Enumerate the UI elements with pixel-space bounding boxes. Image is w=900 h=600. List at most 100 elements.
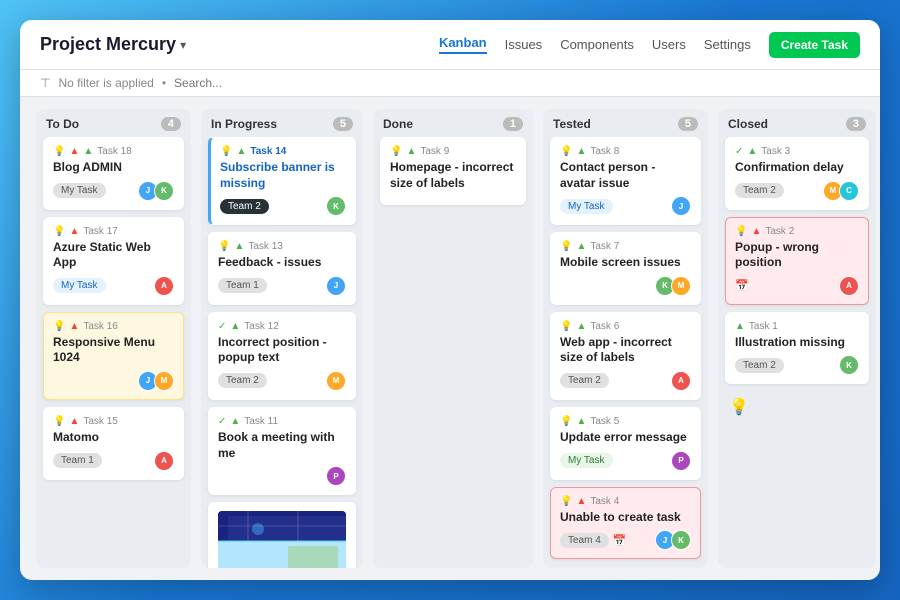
task-id-7: Task 7 — [590, 241, 619, 252]
card-title-3: Confirmation delay — [735, 160, 859, 176]
calendar-icon-4: 📅 — [613, 534, 627, 547]
card-task18[interactable]: 💡 ▲ ▲ Task 18 Blog ADMIN My Task J K — [43, 137, 184, 210]
tag-13: Team 1 — [218, 278, 267, 293]
check-icon-3: ✓ — [735, 146, 743, 157]
card-title-17: Azure Static Web App — [53, 240, 174, 271]
task-label-6: 💡 ▲ Task 6 — [560, 321, 691, 332]
card-task1[interactable]: ▲ Task 1 Illustration missing Team 2 K — [725, 312, 869, 385]
column-count-inprogress: 5 — [333, 117, 353, 131]
filter-dot: • — [162, 76, 166, 90]
tag-14: Team 2 — [220, 199, 269, 214]
task-id-14: Task 14 — [250, 146, 286, 157]
card-footer-18: My Task J K — [53, 181, 174, 201]
card-task3[interactable]: ✓ ▲ Task 3 Confirmation delay Team 2 M C — [725, 137, 869, 210]
arrow-up-2: ▲ — [751, 226, 761, 237]
bulb-icon-5: 💡 — [560, 416, 572, 427]
task-id-11: Task 11 — [244, 416, 278, 427]
avatars-5: P — [671, 451, 691, 471]
column-title-todo: To Do — [46, 117, 79, 131]
column-count-done: 1 — [503, 117, 523, 131]
avatars-11: P — [326, 466, 346, 486]
avatars-16: J M — [138, 371, 174, 391]
arrow-up-4: ▲ — [576, 496, 586, 507]
nav-kanban[interactable]: Kanban — [439, 35, 487, 54]
task-label-18: 💡 ▲ ▲ Task 18 — [53, 146, 174, 157]
avatar-17-1: A — [154, 276, 174, 296]
column-tested: Tested 5 💡 ▲ Task 8 Contact person - ava… — [543, 109, 708, 568]
bulb-icon-6: 💡 — [560, 321, 572, 332]
avatar-14-1: K — [326, 196, 346, 216]
column-cards-tested: 💡 ▲ Task 8 Contact person - avatar issue… — [543, 137, 708, 568]
card-title-11: Book a meeting with me — [218, 430, 346, 461]
card-title-16: Responsive Menu 1024 — [53, 335, 174, 366]
task-label-11: ✓ ▲ Task 11 — [218, 416, 346, 427]
column-header-closed: Closed 3 — [718, 109, 876, 137]
arrow-up-14: ▲ — [236, 146, 246, 157]
card-task16[interactable]: 💡 ▲ Task 16 Responsive Menu 1024 J M — [43, 312, 184, 400]
arrow-up-6: ▲ — [576, 321, 586, 332]
card-footer-2: 📅 A — [735, 276, 859, 296]
card-task15[interactable]: 💡 ▲ Task 15 Matomo Team 1 A — [43, 407, 184, 480]
bulb-icon-18: 💡 — [53, 146, 65, 157]
column-title-inprogress: In Progress — [211, 117, 277, 131]
tag-12: Team 2 — [218, 373, 267, 388]
task-id-16: Task 16 — [83, 321, 117, 332]
nav-components[interactable]: Components — [560, 37, 634, 52]
tag-8: My Task — [560, 199, 613, 214]
card-task9[interactable]: 💡 ▲ Task 9 Homepage - incorrect size of … — [380, 137, 526, 205]
nav-settings[interactable]: Settings — [704, 37, 751, 52]
card-task7[interactable]: 💡 ▲ Task 7 Mobile screen issues K M — [550, 232, 701, 305]
create-task-button[interactable]: Create Task — [769, 32, 860, 58]
search-input[interactable] — [174, 76, 294, 90]
card-title-18: Blog ADMIN — [53, 160, 174, 176]
avatar-6-1: A — [671, 371, 691, 391]
kanban-board: To Do 4 💡 ▲ ▲ Task 18 Blog ADMIN My Task — [20, 97, 880, 580]
column-cards-inprogress: 💡 ▲ Task 14 Subscribe banner is missing … — [201, 137, 363, 568]
card-task4[interactable]: 💡 ▲ Task 4 Unable to create task Team 4 … — [550, 487, 701, 560]
card-footer-8: My Task J — [560, 196, 691, 216]
column-header-tested: Tested 5 — [543, 109, 708, 137]
card-title-6: Web app - incorrect size of labels — [560, 335, 691, 366]
card-task8[interactable]: 💡 ▲ Task 8 Contact person - avatar issue… — [550, 137, 701, 225]
avatar-5-1: P — [671, 451, 691, 471]
avatars-13: J — [326, 276, 346, 296]
column-todo: To Do 4 💡 ▲ ▲ Task 18 Blog ADMIN My Task — [36, 109, 191, 568]
arrow-up-red-16: ▲ — [69, 321, 79, 332]
task-label-5: 💡 ▲ Task 5 — [560, 416, 691, 427]
card-task5[interactable]: 💡 ▲ Task 5 Update error message My Task … — [550, 407, 701, 480]
card-title-8: Contact person - avatar issue — [560, 160, 691, 191]
bulb-icon-4: 💡 — [560, 496, 572, 507]
avatar-13-1: J — [326, 276, 346, 296]
card-task17[interactable]: 💡 ▲ Task 17 Azure Static Web App My Task… — [43, 217, 184, 305]
task-id-6: Task 6 — [590, 321, 619, 332]
filter-icon: ⊤ — [40, 76, 50, 90]
task-label-2: 💡 ▲ Task 2 — [735, 226, 859, 237]
card-task12[interactable]: ✓ ▲ Task 12 Incorrect position - popup t… — [208, 312, 356, 400]
arrow-up-5: ▲ — [576, 416, 586, 427]
card-task13[interactable]: 💡 ▲ Task 13 Feedback - issues Team 1 J — [208, 232, 356, 305]
card-task11[interactable]: ✓ ▲ Task 11 Book a meeting with me P — [208, 407, 356, 495]
project-dropdown-icon[interactable]: ▾ — [180, 38, 186, 52]
filter-text: No filter is applied — [58, 76, 153, 90]
arrow-up-9: ▲ — [406, 146, 416, 157]
card-footer-4: Team 4 📅 J K — [560, 530, 691, 550]
task-label-16: 💡 ▲ Task 16 — [53, 321, 174, 332]
card-task2[interactable]: 💡 ▲ Task 2 Popup - wrong position 📅 A — [725, 217, 869, 305]
task-id-17: Task 17 — [83, 226, 117, 237]
nav-issues[interactable]: Issues — [505, 37, 543, 52]
task-id-9: Task 9 — [420, 146, 449, 157]
card-task14[interactable]: 💡 ▲ Task 14 Subscribe banner is missing … — [208, 137, 356, 225]
avatars-3: M C — [823, 181, 859, 201]
avatars-12: M — [326, 371, 346, 391]
card-task6[interactable]: 💡 ▲ Task 6 Web app - incorrect size of l… — [550, 312, 701, 400]
nav-users[interactable]: Users — [652, 37, 686, 52]
arrow-up-13: ▲ — [234, 241, 244, 252]
card-task10[interactable]: 💡 ▲ Task 10 Map - not the same size Proj… — [208, 502, 356, 568]
bulb-icon-13: 💡 — [218, 241, 230, 252]
avatar-1-1: K — [839, 355, 859, 375]
calendar-icon-2: 📅 — [735, 279, 749, 292]
card-title-12: Incorrect position - popup text — [218, 335, 346, 366]
header-left: Project Mercury ▾ — [40, 34, 186, 55]
bulb-icon-8: 💡 — [560, 146, 572, 157]
bulb-icon-7: 💡 — [560, 241, 572, 252]
